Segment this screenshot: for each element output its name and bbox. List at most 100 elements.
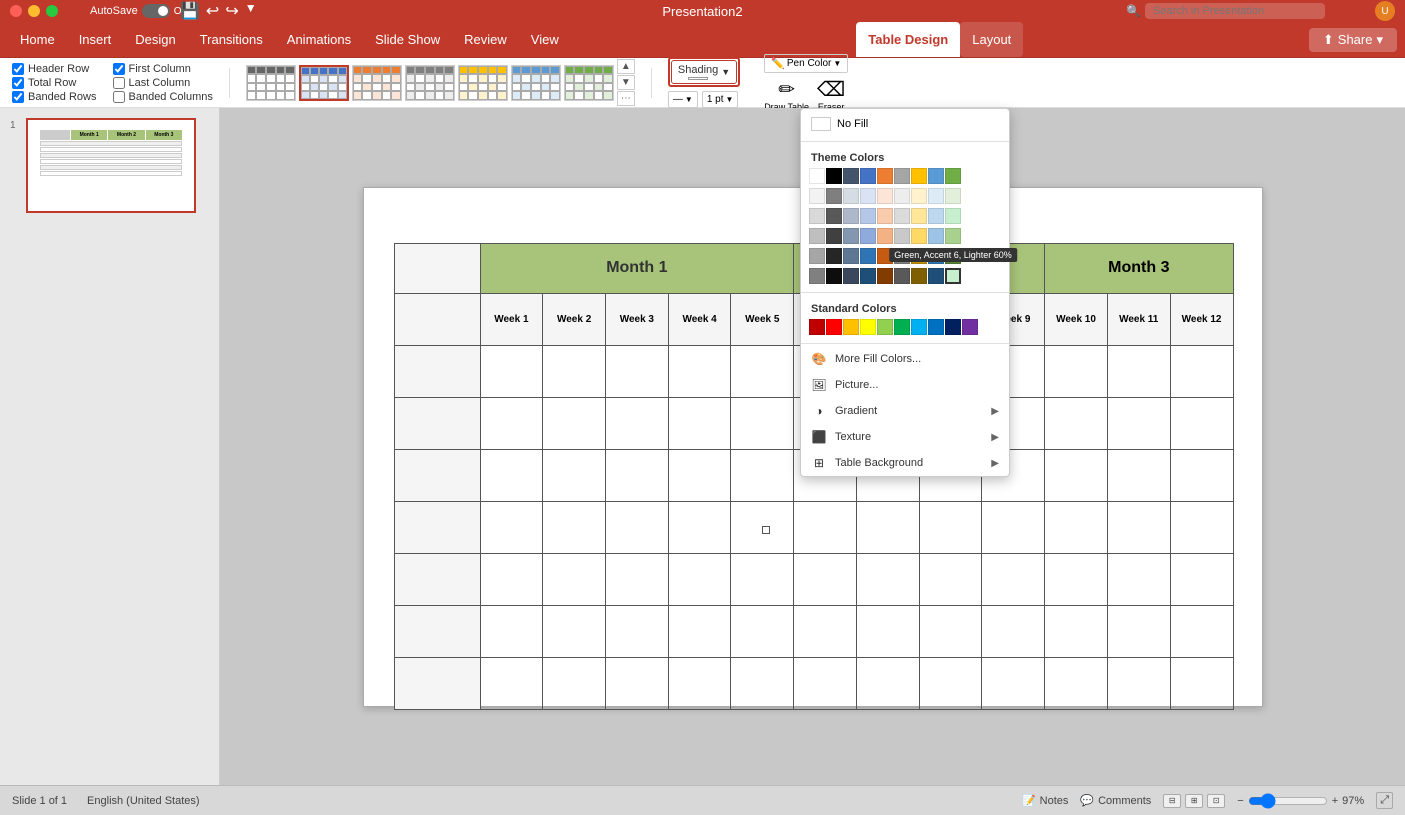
- std-green[interactable]: [894, 319, 910, 335]
- color-yellow[interactable]: [911, 168, 927, 184]
- std-yellow[interactable]: [860, 319, 876, 335]
- eraser-btn[interactable]: ⌫ Eraser: [817, 77, 845, 112]
- ribbon: Header Row Total Row Banded Rows First C…: [0, 58, 1405, 108]
- slide-sorter-icon[interactable]: ⊞: [1185, 794, 1203, 808]
- std-lightgreen[interactable]: [877, 319, 893, 335]
- maximize-button[interactable]: [46, 5, 58, 17]
- style-none[interactable]: [246, 65, 296, 101]
- save-icon[interactable]: 💾: [180, 1, 200, 21]
- draw-table-btn[interactable]: ✏ Draw Table: [764, 77, 809, 112]
- sep2: [651, 68, 652, 98]
- zoom-slider[interactable]: [1248, 793, 1328, 809]
- gradient-option[interactable]: ◑ Gradient ▶: [801, 398, 1009, 424]
- menu-table-design[interactable]: Table Design: [856, 22, 960, 57]
- search-area[interactable]: 🔍: [1126, 3, 1325, 19]
- color-white[interactable]: [809, 168, 825, 184]
- color-black[interactable]: [826, 168, 842, 184]
- search-input[interactable]: [1145, 3, 1325, 19]
- zoom-control[interactable]: − + 97%: [1237, 793, 1364, 809]
- standard-colors-label: Standard Colors: [801, 299, 1009, 317]
- gradient-arrow: ▶: [991, 406, 999, 417]
- autosave-toggle[interactable]: AutoSave OFF: [90, 4, 194, 18]
- table-row[interactable]: [394, 501, 1233, 553]
- view-controls[interactable]: ⊟ ⊞ ⊡: [1163, 794, 1225, 808]
- reading-view-icon[interactable]: ⊡: [1207, 794, 1225, 808]
- fit-slide-button[interactable]: ⤢: [1376, 792, 1393, 809]
- menu-layout[interactable]: Layout: [960, 22, 1023, 57]
- color-orange[interactable]: [877, 168, 893, 184]
- table-row[interactable]: [394, 553, 1233, 605]
- highlighted-green-swatch[interactable]: Green, Accent 6, Lighter 60%: [945, 268, 961, 284]
- style-blue[interactable]: [299, 65, 349, 101]
- color-gray[interactable]: [894, 168, 910, 184]
- menu-slideshow[interactable]: Slide Show: [363, 22, 452, 57]
- first-column-option[interactable]: First Column: [113, 63, 213, 75]
- std-orange[interactable]: [843, 319, 859, 335]
- banded-rows-option[interactable]: Banded Rows: [12, 91, 97, 103]
- no-fill-option[interactable]: No Fill: [801, 113, 1009, 135]
- menu-insert[interactable]: Insert: [67, 22, 124, 57]
- zoom-level: 97%: [1342, 795, 1364, 807]
- std-darkblue[interactable]: [945, 319, 961, 335]
- total-row-option[interactable]: Total Row: [12, 77, 97, 89]
- menu-review[interactable]: Review: [452, 22, 519, 57]
- menu-design[interactable]: Design: [123, 22, 187, 57]
- color-green[interactable]: [945, 168, 961, 184]
- border-weight-btn[interactable]: 1 pt ▼: [702, 91, 739, 108]
- table-style-gallery[interactable]: ▲ ▼ ⋯: [246, 59, 635, 106]
- pen-color-btn[interactable]: ✏️ Pen Color ▼: [764, 54, 848, 73]
- shading-button[interactable]: Shading ▼: [671, 60, 737, 84]
- zoom-in-icon[interactable]: +: [1332, 795, 1338, 807]
- texture-arrow: ▶: [991, 432, 999, 443]
- border-style-btn[interactable]: — ▼: [668, 91, 698, 108]
- picture-option[interactable]: 🖼 Picture...: [801, 372, 1009, 398]
- more-icon[interactable]: ▼: [245, 1, 257, 21]
- std-darkred[interactable]: [809, 319, 825, 335]
- notes-button[interactable]: 📝 Notes: [1022, 794, 1068, 807]
- std-lightblue[interactable]: [911, 319, 927, 335]
- slide-thumbnail[interactable]: Month 1 Month 2 Month 3: [26, 118, 196, 213]
- comments-button[interactable]: 💬 Comments: [1080, 794, 1151, 807]
- menu-animations[interactable]: Animations: [275, 22, 363, 57]
- menu-transitions[interactable]: Transitions: [188, 22, 275, 57]
- std-blue[interactable]: [928, 319, 944, 335]
- style-yellow[interactable]: [458, 65, 508, 101]
- color-darkblue[interactable]: [843, 168, 859, 184]
- table-background-option[interactable]: ⊞ Table Background ▶: [801, 450, 1009, 476]
- border-tools: — ▼ 1 pt ▼: [668, 91, 740, 108]
- slide-1-thumb[interactable]: 1 Month 1 Month 2 Month 3: [8, 116, 211, 215]
- header-row-option[interactable]: Header Row: [12, 63, 97, 75]
- style-gray[interactable]: [405, 65, 455, 101]
- color-blue[interactable]: [860, 168, 876, 184]
- texture-option[interactable]: ⬛ Texture ▶: [801, 424, 1009, 450]
- close-button[interactable]: [10, 5, 22, 17]
- autosave-switch[interactable]: [142, 4, 170, 18]
- profile-avatar[interactable]: U: [1375, 1, 1395, 21]
- redo-icon[interactable]: ↪: [225, 1, 238, 21]
- normal-view-icon[interactable]: ⊟: [1163, 794, 1181, 808]
- std-purple[interactable]: [962, 319, 978, 335]
- std-red[interactable]: [826, 319, 842, 335]
- menu-home[interactable]: Home: [8, 22, 67, 57]
- zoom-out-icon[interactable]: −: [1237, 795, 1243, 807]
- shading-dropdown-arrow[interactable]: ▼: [721, 67, 730, 77]
- banded-columns-option[interactable]: Banded Columns: [113, 91, 213, 103]
- more-fill-colors-option[interactable]: 🎨 More Fill Colors...: [801, 346, 1009, 372]
- more-colors-label: More Fill Colors...: [835, 353, 921, 365]
- minimize-button[interactable]: [28, 5, 40, 17]
- window-controls[interactable]: [10, 5, 58, 17]
- undo-icon[interactable]: ↩: [206, 1, 219, 21]
- gallery-scroll[interactable]: ▲ ▼ ⋯: [617, 59, 635, 106]
- style-blue2[interactable]: [511, 65, 561, 101]
- table-row[interactable]: [394, 605, 1233, 657]
- share-button[interactable]: ⬆ Share ▾: [1309, 28, 1397, 52]
- last-column-option[interactable]: Last Column: [113, 77, 213, 89]
- table-row[interactable]: [394, 657, 1233, 709]
- style-green[interactable]: [564, 65, 614, 101]
- color-lightblue[interactable]: [928, 168, 944, 184]
- shading-button-container[interactable]: Shading ▼: [668, 57, 740, 87]
- table-handle[interactable]: [762, 526, 770, 534]
- style-orange[interactable]: [352, 65, 402, 101]
- menu-view[interactable]: View: [519, 22, 571, 57]
- status-bar-right: 📝 Notes 💬 Comments ⊟ ⊞ ⊡ − + 97% ⤢: [1022, 792, 1393, 809]
